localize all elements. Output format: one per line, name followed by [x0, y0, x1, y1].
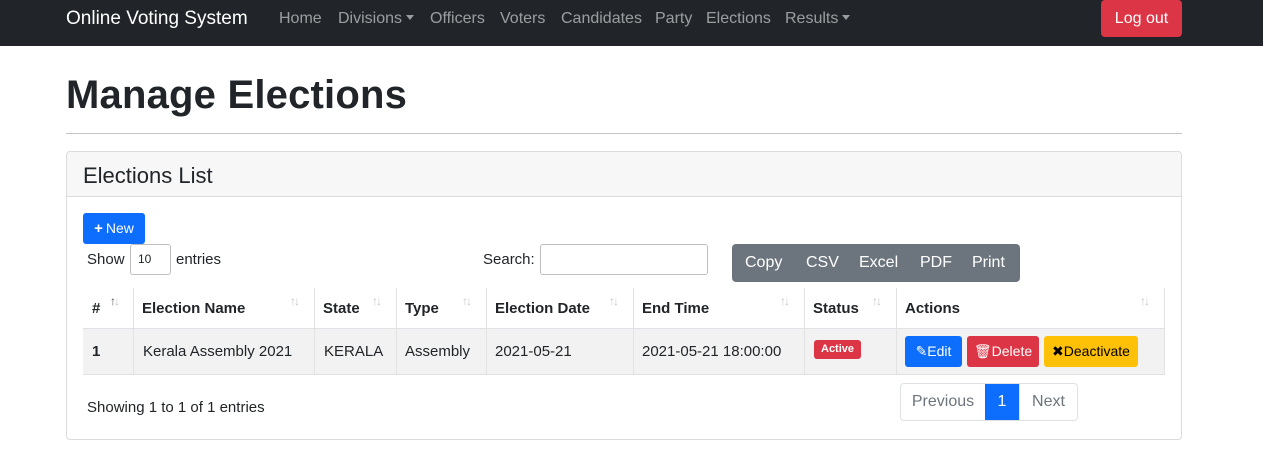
pencil-icon: ✎	[915, 343, 928, 359]
nav-officers-label: Officers	[430, 10, 485, 27]
nav-elections-label: Elections	[706, 10, 771, 27]
csv-button[interactable]: CSV	[806, 254, 839, 272]
pdf-button[interactable]: PDF	[920, 254, 952, 272]
showing-info: Showing 1 to 1 of 1 entries	[87, 399, 265, 416]
previous-button[interactable]: Previous	[901, 384, 985, 420]
sort-icon: ↑↓	[780, 294, 790, 308]
print-button[interactable]: Print	[972, 254, 1005, 272]
copy-button[interactable]: Copy	[745, 254, 782, 272]
sort-icon: ↑↓	[290, 294, 300, 308]
cell-election-date: 2021-05-21	[495, 343, 572, 360]
search-input[interactable]	[540, 244, 708, 275]
nav-divisions-label: Divisions	[338, 10, 403, 27]
entries-select[interactable]: 10	[130, 244, 171, 275]
page-title: Manage Elections	[66, 73, 408, 117]
nav-home-label: Home	[279, 10, 322, 27]
logout-button[interactable]: Log out	[1101, 0, 1182, 37]
column-header-label: End Time	[642, 300, 710, 317]
page-1-button[interactable]: 1	[985, 384, 1019, 420]
card-header: Elections List	[67, 152, 1181, 197]
deactivate-button[interactable]: ✖Deactivate	[1044, 336, 1138, 367]
plus-icon: +	[94, 220, 103, 237]
column-header-election-date[interactable]: Election Date ↑↓	[486, 288, 633, 328]
column-header-label: #	[92, 300, 101, 317]
status-badge: Active	[814, 340, 862, 359]
deactivate-button-label: Deactivate	[1063, 343, 1130, 359]
divider	[66, 133, 1182, 134]
show-label: Show	[87, 251, 125, 268]
elections-card: Elections List + New Show 10 entries Sear…	[66, 151, 1182, 440]
nav-divisions[interactable]: Divisions	[338, 10, 415, 28]
search-label: Search:	[483, 251, 535, 268]
nav-home[interactable]: Home	[279, 10, 322, 28]
nav-candidates-label: Candidates	[561, 10, 642, 27]
nav-voters[interactable]: Voters	[500, 10, 545, 28]
sort-icon: ↑↓	[1140, 294, 1150, 308]
column-header-type[interactable]: Type ↑↓	[396, 288, 486, 328]
cell-state: KERALA	[324, 343, 384, 360]
caret-down-icon	[406, 15, 415, 20]
sort-asc-icon: ↑↓	[110, 294, 120, 308]
nav-elections[interactable]: Elections	[706, 10, 771, 28]
new-election-button[interactable]: + New	[83, 213, 145, 244]
trash-icon: 🗑	[973, 343, 992, 359]
nav-party[interactable]: Party	[655, 10, 692, 28]
brand[interactable]: Online Voting System	[66, 8, 248, 30]
next-button[interactable]: Next	[1019, 384, 1077, 420]
nav-candidates[interactable]: Candidates	[561, 10, 642, 28]
entries-label: entries	[176, 251, 222, 268]
column-header-label: Actions	[905, 300, 961, 317]
caret-down-icon	[842, 15, 851, 20]
sort-icon: ↑↓	[609, 294, 619, 308]
delete-button-label: Delete	[991, 343, 1033, 359]
column-header-election-name[interactable]: Election Name ↑↓	[133, 288, 314, 328]
column-header-label: State	[323, 300, 360, 317]
nav-party-label: Party	[655, 10, 693, 27]
column-divider	[1164, 288, 1165, 375]
nav-results-label: Results	[785, 10, 839, 27]
x-icon: ✖	[1052, 343, 1064, 359]
column-header-actions[interactable]: Actions ↑↓	[896, 288, 1164, 328]
column-header-status[interactable]: Status ↑↓	[804, 288, 896, 328]
column-header-label: Status	[813, 300, 859, 317]
excel-button[interactable]: Excel	[859, 254, 898, 272]
nav-results[interactable]: Results	[785, 10, 851, 28]
delete-button[interactable]: 🗑Delete	[967, 336, 1039, 367]
column-header-label: Type	[405, 300, 439, 317]
pagination: Previous 1 Next	[900, 383, 1078, 421]
nav-officers[interactable]: Officers	[430, 10, 485, 28]
export-button-group: Copy CSV Excel PDF Print	[732, 244, 1020, 282]
sort-icon: ↑↓	[872, 294, 882, 308]
column-header-label: Election Date	[495, 300, 591, 317]
card-title: Elections List	[83, 163, 213, 188]
edit-button[interactable]: ✎Edit	[905, 336, 962, 367]
new-button-label: New	[105, 220, 134, 236]
sort-icon: ↑↓	[372, 294, 382, 308]
column-header-end-time[interactable]: End Time ↑↓	[633, 288, 804, 328]
column-header-label: Election Name	[142, 300, 246, 317]
navbar: Online Voting System Home Divisions Offi…	[0, 0, 1263, 46]
edit-button-label: Edit	[927, 343, 952, 359]
sort-icon: ↑↓	[462, 294, 472, 308]
cell-election-name: Kerala Assembly 2021	[143, 343, 293, 360]
cell-type: Assembly	[405, 343, 471, 360]
column-header-state[interactable]: State ↑↓	[314, 288, 396, 328]
cell-end-time: 2021-05-21 18:00:00	[642, 343, 782, 360]
column-header-num[interactable]: # ↑↓	[83, 288, 133, 328]
nav-voters-label: Voters	[500, 10, 546, 27]
cell-num: 1	[92, 343, 101, 360]
